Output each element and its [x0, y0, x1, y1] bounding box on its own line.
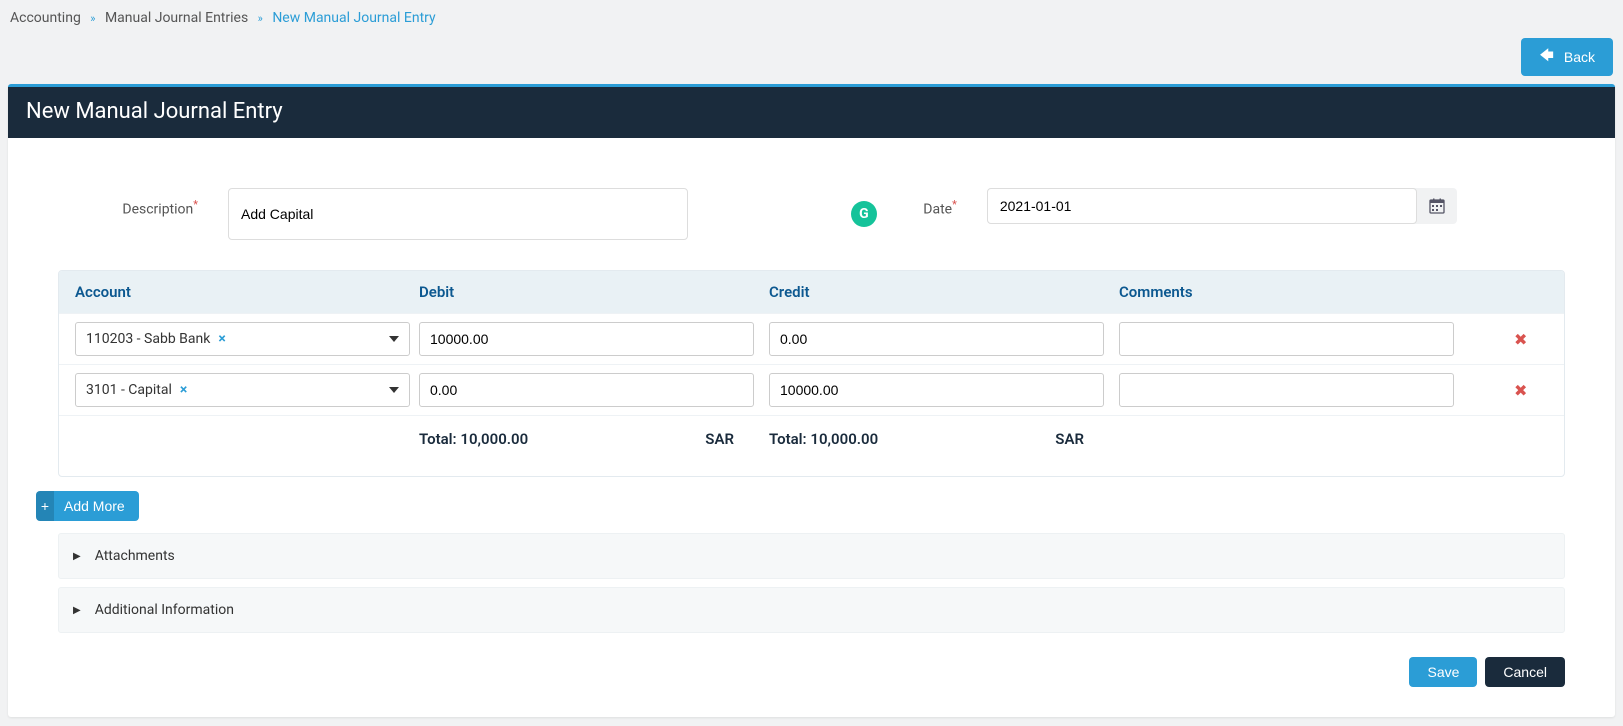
delete-row-button[interactable]: ✖	[1514, 330, 1527, 349]
col-header-debit: Debit	[419, 283, 769, 301]
panel: New Manual Journal Entry Description* G …	[8, 84, 1615, 717]
delete-row-button[interactable]: ✖	[1514, 381, 1527, 400]
debit-input[interactable]	[419, 373, 754, 407]
table-row: 3101 - Capital × ✖	[59, 364, 1564, 415]
col-header-comments: Comments	[1119, 283, 1514, 301]
add-more-label: Add More	[64, 498, 125, 514]
account-selected-label: 110203 - Sabb Bank	[86, 331, 210, 347]
plus-icon: +	[36, 491, 54, 521]
total-credit: 10,000.00	[810, 430, 878, 448]
currency-label: SAR	[1055, 430, 1084, 448]
col-header-account: Account	[69, 283, 419, 301]
breadcrumb-sep-icon: »	[90, 12, 95, 25]
debit-input[interactable]	[419, 322, 754, 356]
chevron-right-icon: ▶	[73, 551, 81, 562]
account-selected-label: 3101 - Capital	[86, 382, 172, 398]
table-row: 110203 - Sabb Bank × ✖	[59, 313, 1564, 364]
total-label: Total:	[419, 430, 457, 448]
account-select[interactable]: 110203 - Sabb Bank ×	[75, 322, 410, 356]
chevron-right-icon: ▶	[73, 605, 81, 616]
close-icon: ✖	[1514, 330, 1527, 349]
breadcrumb-sep-icon: »	[258, 12, 263, 25]
description-input[interactable]	[228, 188, 688, 240]
clear-selection-icon[interactable]: ×	[218, 331, 225, 347]
chevron-down-icon	[389, 387, 399, 393]
breadcrumb-item-journal-entries[interactable]: Manual Journal Entries	[105, 10, 248, 26]
credit-input[interactable]	[769, 373, 1104, 407]
currency-label: SAR	[705, 430, 734, 448]
total-label: Total:	[769, 430, 807, 448]
comments-input[interactable]	[1119, 373, 1454, 407]
arrow-left-icon: 🡄	[1539, 45, 1553, 69]
total-debit: 10,000.00	[460, 430, 528, 448]
attachments-collapse[interactable]: ▶ Attachments	[58, 533, 1565, 579]
back-button[interactable]: 🡄 Back	[1521, 38, 1613, 76]
back-button-label: Back	[1564, 49, 1595, 65]
comments-input[interactable]	[1119, 322, 1454, 356]
breadcrumb-item-current: New Manual Journal Entry	[272, 10, 435, 26]
col-header-credit: Credit	[769, 283, 1119, 301]
credit-input[interactable]	[769, 322, 1104, 356]
description-label: Description*	[58, 188, 228, 218]
breadcrumb-item-accounting[interactable]: Accounting	[10, 10, 81, 26]
add-more-button[interactable]: + Add More	[36, 491, 139, 521]
calendar-icon[interactable]	[1417, 188, 1457, 224]
close-icon: ✖	[1514, 381, 1527, 400]
page-title: New Manual Journal Entry	[8, 87, 1615, 138]
date-label: Date*	[887, 188, 987, 218]
additional-info-label: Additional Information	[95, 602, 234, 618]
clear-selection-icon[interactable]: ×	[180, 382, 187, 398]
breadcrumb: Accounting » Manual Journal Entries » Ne…	[0, 0, 1623, 32]
entries-grid: Account Debit Credit Comments 110203 - S…	[58, 270, 1565, 477]
grammarly-icon[interactable]: G	[851, 201, 877, 227]
cancel-button[interactable]: Cancel	[1485, 657, 1565, 687]
save-button[interactable]: Save	[1409, 657, 1477, 687]
chevron-down-icon	[389, 336, 399, 342]
date-input[interactable]	[987, 188, 1417, 224]
account-select[interactable]: 3101 - Capital ×	[75, 373, 410, 407]
additional-info-collapse[interactable]: ▶ Additional Information	[58, 587, 1565, 633]
attachments-label: Attachments	[95, 548, 175, 564]
